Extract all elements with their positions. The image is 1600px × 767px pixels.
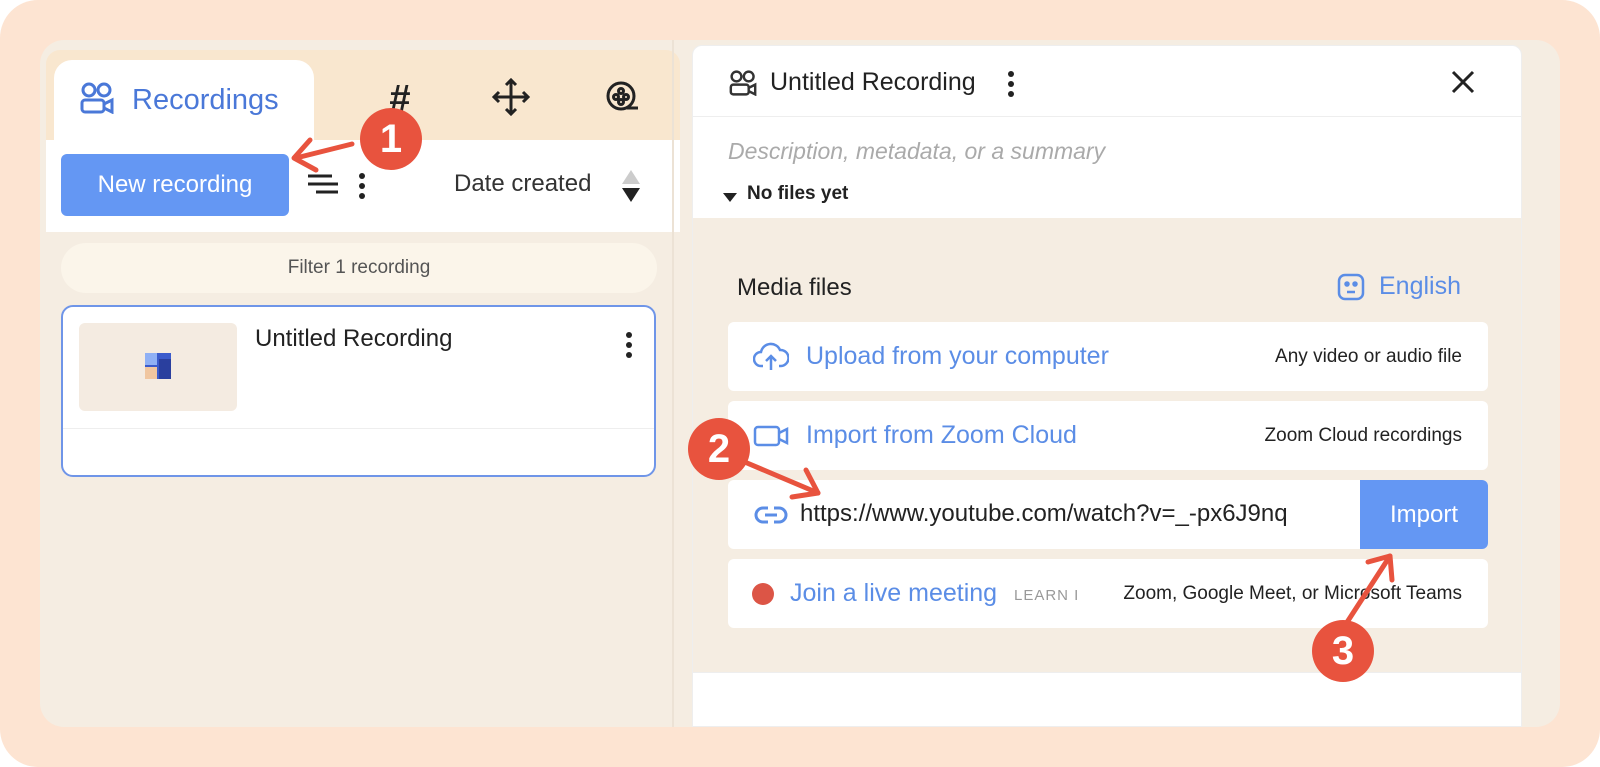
language-label: English xyxy=(1379,272,1461,300)
recording-title: Untitled Recording xyxy=(255,325,453,352)
recording-card[interactable]: Untitled Recording xyxy=(61,305,656,477)
callout-badge-1: 1 xyxy=(360,108,422,170)
footer-divider xyxy=(693,672,1521,673)
tab-move[interactable] xyxy=(486,76,536,122)
files-summary[interactable]: No files yet xyxy=(747,183,848,205)
pane-divider[interactable] xyxy=(672,40,674,727)
learn-more-link[interactable]: LEARN I xyxy=(1014,587,1079,604)
link-icon xyxy=(752,498,790,532)
recording-more-icon[interactable] xyxy=(625,331,633,364)
cloud-upload-icon xyxy=(752,340,790,374)
upload-hint: Any video or audio file xyxy=(1275,346,1462,367)
import-button[interactable]: Import xyxy=(1360,480,1488,549)
detail-more-icon[interactable] xyxy=(1007,70,1015,103)
zoom-cloud-hint: Zoom Cloud recordings xyxy=(1264,425,1462,446)
live-meeting-label: Join a live meeting xyxy=(790,579,998,607)
tab-recordings-label: Recordings xyxy=(132,83,279,116)
recording-detail-title[interactable]: Untitled Recording xyxy=(770,68,976,97)
upload-label: Upload from your computer xyxy=(806,342,1109,370)
callout-badge-3: 3 xyxy=(1312,620,1374,682)
zoom-cloud-label: Import from Zoom Cloud xyxy=(806,421,1077,449)
media-files-section: Media files English Upload from your com… xyxy=(693,218,1521,673)
robot-face-icon xyxy=(1337,273,1365,300)
language-selector[interactable]: English xyxy=(1337,272,1461,301)
header-divider xyxy=(693,116,1521,117)
video-camera-icon xyxy=(752,419,790,453)
recording-detail-pane: Untitled Recording Description, metadata… xyxy=(692,45,1522,727)
callout-badge-2: 2 xyxy=(688,418,750,480)
url-import-row: Import xyxy=(728,480,1488,549)
new-recording-button[interactable]: New recording xyxy=(61,154,289,216)
tab-media[interactable] xyxy=(597,76,647,122)
upload-option[interactable]: Upload from your computer Any video or a… xyxy=(728,322,1488,391)
zoom-cloud-option[interactable]: Import from Zoom Cloud Zoom Cloud record… xyxy=(728,401,1488,470)
move-icon xyxy=(491,77,531,121)
caret-down-icon[interactable] xyxy=(723,190,737,208)
screenshot-frame: Recordings # New recording Date created … xyxy=(0,0,1600,767)
live-meeting-hint: Zoom, Google Meet, or Microsoft Teams xyxy=(1123,583,1462,604)
film-reel-icon xyxy=(605,80,639,119)
description-field[interactable]: Description, metadata, or a summary xyxy=(728,138,1105,165)
recording-thumbnail xyxy=(79,323,237,411)
card-divider xyxy=(63,428,654,429)
recording-header-icon xyxy=(729,70,757,101)
tab-recordings[interactable]: Recordings xyxy=(54,60,314,140)
url-input[interactable] xyxy=(800,492,1340,536)
live-meeting-option[interactable]: Join a live meeting LEARN I Zoom, Google… xyxy=(728,559,1488,628)
sort-label[interactable]: Date created xyxy=(454,170,591,198)
live-dot-icon xyxy=(752,583,774,605)
filter-recordings[interactable]: Filter 1 recording xyxy=(61,243,657,293)
recordings-icon xyxy=(80,82,114,119)
media-files-title: Media files xyxy=(737,274,852,301)
filter-lines-icon[interactable] xyxy=(308,172,338,203)
app-logo-icon xyxy=(145,353,171,379)
sort-toggle-icon[interactable] xyxy=(620,168,642,209)
close-icon[interactable] xyxy=(1451,70,1475,99)
more-vertical-icon[interactable] xyxy=(358,172,366,205)
